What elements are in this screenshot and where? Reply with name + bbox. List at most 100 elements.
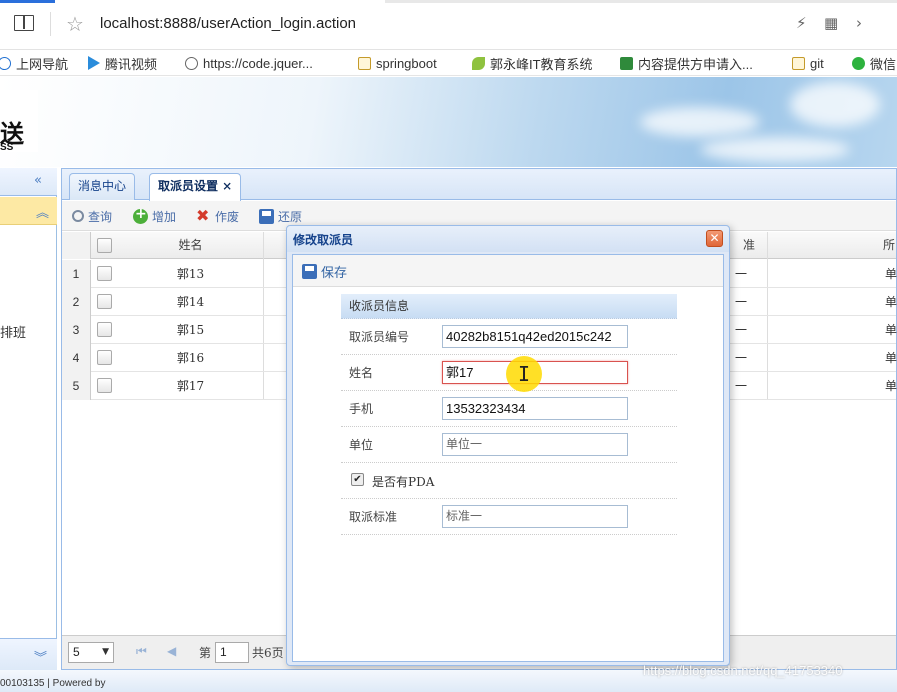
bookmark-item[interactable]: 上网导航 bbox=[0, 54, 68, 72]
add-label: 增加 bbox=[152, 209, 177, 224]
cell-standard: 一 bbox=[735, 379, 748, 393]
bookmark-item[interactable]: 微信 bbox=[852, 54, 896, 72]
bookmark-label: 内容提供方申请入... bbox=[638, 56, 753, 72]
leaf-icon bbox=[472, 56, 485, 70]
collapse-left-icon[interactable]: « bbox=[34, 173, 42, 188]
nav-item-schedule[interactable]: 排班 bbox=[0, 322, 26, 341]
restore-label: 还原 bbox=[278, 209, 303, 224]
folder-icon bbox=[792, 56, 805, 70]
bookmark-star-icon[interactable]: ☆ bbox=[66, 12, 84, 36]
row-checkbox[interactable] bbox=[97, 350, 112, 365]
bookmark-label: 上网导航 bbox=[16, 56, 69, 72]
bookmark-label: https://code.jquer... bbox=[203, 55, 313, 71]
bookmark-label: springboot bbox=[376, 55, 437, 71]
row-checkbox[interactable] bbox=[97, 266, 112, 281]
row-checkbox[interactable] bbox=[97, 322, 112, 337]
query-button[interactable]: 查询 bbox=[72, 207, 112, 225]
save-icon bbox=[302, 263, 317, 279]
bookmark-label: 微信 bbox=[870, 56, 897, 72]
play-icon bbox=[88, 56, 100, 70]
logo-subtext: SS bbox=[0, 142, 14, 153]
folder-icon bbox=[358, 56, 371, 70]
column-header-standard[interactable]: 准 bbox=[734, 232, 764, 259]
cell-unit: 单 bbox=[885, 295, 897, 309]
select-all-checkbox[interactable] bbox=[97, 238, 112, 253]
cell-name: 郭16 bbox=[176, 351, 205, 365]
bookmark-label: git bbox=[810, 55, 824, 71]
save-button[interactable]: 保存 bbox=[302, 262, 348, 281]
has-pda-label: 是否有PDA bbox=[372, 475, 435, 489]
cell-name: 郭17 bbox=[176, 379, 205, 393]
bookmark-item[interactable]: git bbox=[792, 54, 824, 72]
dialog-title: 修改取派员 bbox=[293, 233, 354, 247]
row-number: 4 bbox=[62, 344, 91, 372]
form-row-pda: ✔ 是否有PDA bbox=[341, 463, 677, 499]
dialog-toolbar: 保存 bbox=[293, 255, 723, 287]
accordion-header: « bbox=[0, 168, 57, 196]
standard-field[interactable]: 标准一 bbox=[442, 505, 628, 528]
footer-text: 00103135 | Powered by bbox=[0, 678, 106, 689]
reader-mode-icon[interactable] bbox=[14, 15, 34, 31]
first-page-icon[interactable]: ⏮ bbox=[136, 644, 147, 659]
cloud-decoration bbox=[700, 137, 850, 162]
column-header-unit[interactable]: 所 bbox=[874, 232, 897, 259]
accordion-active-section[interactable]: ︽ bbox=[0, 197, 57, 225]
logo: 送 SS bbox=[0, 90, 38, 153]
form-row-phone: 手机 13532323434 bbox=[341, 391, 677, 427]
chat-icon bbox=[852, 56, 865, 70]
void-button[interactable]: 作废 bbox=[196, 206, 239, 225]
bookmark-item[interactable]: 内容提供方申请入... bbox=[620, 54, 753, 72]
courier-id-field[interactable]: 40282b8151q42ed2015c242 bbox=[442, 325, 628, 348]
tab-message-center[interactable]: 消息中心 bbox=[69, 173, 136, 200]
phone-label: 手机 bbox=[349, 402, 374, 416]
browser-toolbar: ☆ localhost:8888/userAction_login.action… bbox=[0, 0, 897, 50]
page-size-select[interactable]: 5 ▼ bbox=[68, 642, 114, 663]
active-tab-indicator bbox=[0, 0, 55, 3]
dialog-body: 保存 收派员信息 取派员编号 40282b8151q42ed2015c242 姓… bbox=[292, 254, 724, 662]
lightning-icon[interactable]: ⚡ bbox=[796, 14, 807, 32]
add-button[interactable]: 增加 bbox=[133, 206, 177, 225]
save-label: 保存 bbox=[321, 265, 348, 281]
has-pda-checkbox[interactable]: ✔ bbox=[351, 473, 364, 486]
bookmark-item[interactable]: https://code.jquer... bbox=[185, 54, 313, 72]
address-bar-url[interactable]: localhost:8888/userAction_login.action bbox=[100, 15, 356, 32]
unit-field[interactable]: 单位一 bbox=[442, 433, 628, 456]
row-checkbox[interactable] bbox=[97, 378, 112, 393]
add-icon bbox=[133, 206, 148, 224]
cell-unit: 单 bbox=[885, 351, 897, 365]
previous-page-icon[interactable]: ◀ bbox=[167, 644, 176, 658]
save-icon bbox=[259, 208, 274, 224]
bookmark-item[interactable]: 郭永峰IT教育系统 bbox=[472, 54, 593, 72]
row-number: 3 bbox=[62, 316, 91, 344]
page-header-banner: 送 SS bbox=[0, 77, 897, 167]
search-icon bbox=[72, 210, 84, 222]
cell-name: 郭15 bbox=[176, 323, 205, 337]
page-prefix-label: 第 bbox=[199, 646, 212, 660]
left-navigation-panel: « ︽ 排班 ︾ bbox=[0, 168, 57, 670]
page-number-input[interactable]: 1 bbox=[215, 642, 249, 663]
cell-standard: 一 bbox=[735, 323, 748, 337]
tab-courier-settings[interactable]: 取派员设置 × bbox=[149, 173, 242, 201]
cell-standard: 一 bbox=[735, 267, 748, 281]
bookmark-item[interactable]: 腾讯视频 bbox=[88, 54, 157, 72]
qr-code-icon[interactable]: ▦ bbox=[824, 14, 838, 32]
cell-unit: 单 bbox=[885, 323, 897, 337]
accordion-footer: ︾ bbox=[0, 638, 57, 670]
expand-down-icon[interactable]: ︾ bbox=[34, 647, 47, 666]
cell-name: 郭13 bbox=[176, 267, 205, 281]
column-header-name[interactable]: 姓名 bbox=[118, 232, 263, 259]
page-size-value: 5 bbox=[73, 645, 80, 659]
bookmark-item[interactable]: springboot bbox=[358, 54, 437, 72]
dialog-titlebar[interactable]: 修改取派员 ✕ bbox=[287, 226, 729, 252]
chevron-right-icon[interactable]: › bbox=[856, 14, 862, 32]
close-icon[interactable]: ✕ bbox=[706, 230, 723, 247]
row-checkbox[interactable] bbox=[97, 294, 112, 309]
text-cursor-icon: I bbox=[518, 362, 531, 386]
phone-field[interactable]: 13532323434 bbox=[442, 397, 628, 420]
restore-button[interactable]: 还原 bbox=[259, 207, 302, 225]
collapse-up-icon[interactable]: ︽ bbox=[36, 202, 49, 221]
bookmarks-bar: 上网导航 腾讯视频 https://code.jquer... springbo… bbox=[0, 50, 897, 76]
total-pages-label: 共6页 bbox=[252, 646, 284, 660]
delete-icon bbox=[196, 206, 211, 225]
name-label: 姓名 bbox=[349, 366, 374, 380]
